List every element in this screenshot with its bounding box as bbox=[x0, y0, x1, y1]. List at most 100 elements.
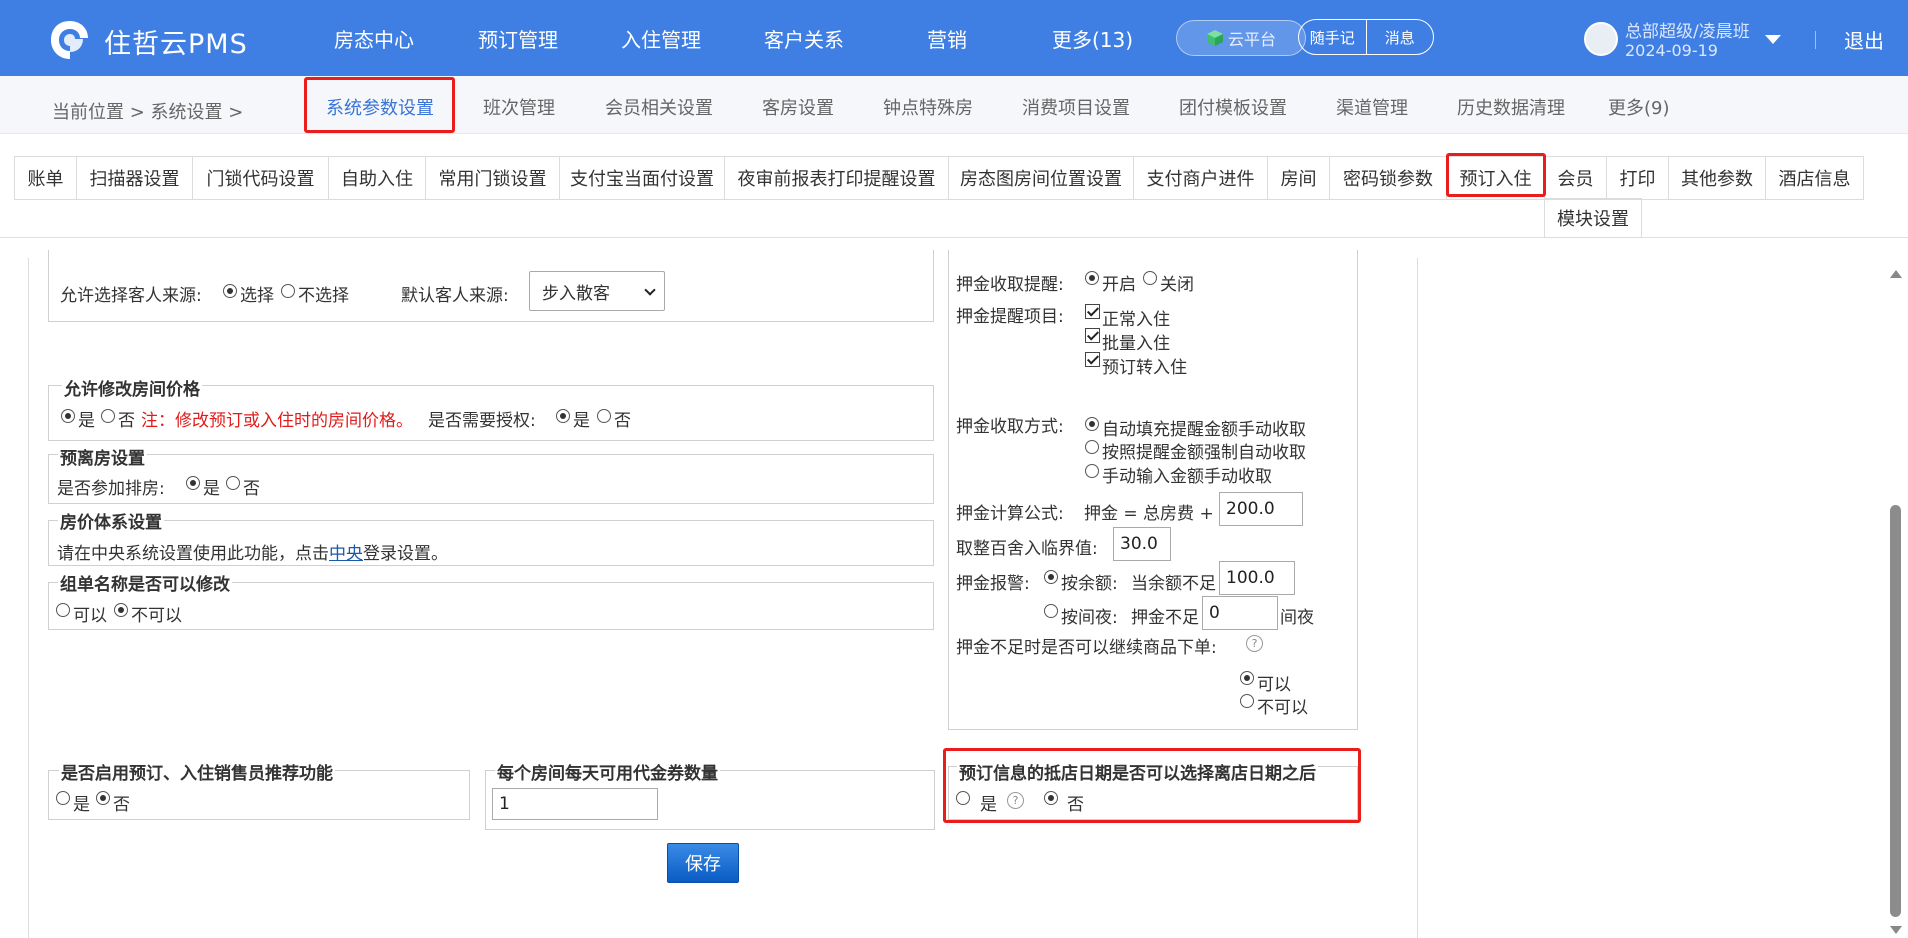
price-modify-yes-radio[interactable] bbox=[61, 409, 75, 423]
user-name[interactable]: 总部超级/凌晨班 bbox=[1625, 17, 1750, 42]
subtab-password-lock[interactable]: 密码锁参数 bbox=[1329, 156, 1446, 200]
subtab-hotel-info[interactable]: 酒店信息 bbox=[1765, 156, 1864, 200]
alarm-amount-text: 当余额不足 bbox=[1131, 574, 1216, 594]
deposit-method-label: 押金收取方式: bbox=[956, 417, 1064, 437]
subtab-print[interactable]: 打印 bbox=[1606, 156, 1668, 200]
tab-channel-management[interactable]: 渠道管理 bbox=[1336, 94, 1408, 120]
price-modify-note: 注：修改预订或入住时的房间价格。 bbox=[141, 411, 413, 431]
deposit-formula-input[interactable]: 200.0 bbox=[1219, 492, 1303, 526]
tab-consumption-items[interactable]: 消费项目设置 bbox=[1022, 94, 1130, 120]
messages-button[interactable]: 消息 bbox=[1365, 20, 1434, 54]
nav-marketing[interactable]: 营销 bbox=[927, 24, 967, 53]
deposit-remind-on-radio[interactable] bbox=[1085, 271, 1099, 285]
subtab-member[interactable]: 会员 bbox=[1544, 156, 1606, 200]
deposit-remind-on-label: 开启 bbox=[1102, 275, 1136, 295]
highlight-arrival-date-section bbox=[943, 748, 1361, 823]
user-date: 2024-09-19 bbox=[1625, 41, 1718, 60]
default-source-select[interactable]: 步入散客 bbox=[529, 271, 665, 311]
subtab-alipay[interactable]: 支付宝当面付设置 bbox=[559, 156, 724, 200]
subtab-module-settings[interactable]: 模块设置 bbox=[1544, 198, 1642, 238]
scrollbar-thumb[interactable] bbox=[1890, 505, 1901, 917]
scroll-down-arrow-icon[interactable] bbox=[1890, 926, 1902, 934]
group-name-yes-radio[interactable] bbox=[56, 603, 70, 617]
item-reservation-checkbox[interactable] bbox=[1085, 352, 1100, 367]
method-auto-fill-radio[interactable] bbox=[1085, 417, 1099, 431]
method-manual-radio[interactable] bbox=[1085, 464, 1099, 478]
highlight-system-params-tab bbox=[304, 77, 455, 133]
alarm-night-input[interactable]: 0 bbox=[1202, 596, 1278, 630]
rounding-input[interactable]: 30.0 bbox=[1113, 527, 1171, 561]
group-name-legend: 组单名称是否可以修改 bbox=[58, 570, 232, 595]
subtab-lock-code[interactable]: 门锁代码设置 bbox=[192, 156, 328, 200]
cloud-platform-label: 云平台 bbox=[1227, 30, 1276, 49]
notes-button[interactable]: 随手记 bbox=[1299, 20, 1366, 54]
insufficient-cannot-radio[interactable] bbox=[1240, 694, 1254, 708]
subtab-bill[interactable]: 账单 bbox=[14, 156, 76, 200]
sales-recommend-no-radio[interactable] bbox=[96, 791, 110, 805]
item-normal-checkbox[interactable] bbox=[1085, 304, 1100, 319]
method-force-radio[interactable] bbox=[1085, 440, 1099, 454]
alarm-night-text: 押金不足 bbox=[1131, 608, 1199, 628]
tab-room-settings[interactable]: 客房设置 bbox=[762, 94, 834, 120]
auth-yes-radio[interactable] bbox=[556, 409, 570, 423]
nav-room-status[interactable]: 房态中心 bbox=[334, 24, 414, 53]
price-system-text: 请在中央系统设置使用此功能，点击中央登录设置。 bbox=[57, 544, 448, 564]
cube-icon bbox=[1206, 30, 1223, 46]
insufficient-can-label: 可以 bbox=[1257, 675, 1291, 695]
save-button[interactable]: 保存 bbox=[667, 843, 739, 883]
group-name-no-radio[interactable] bbox=[114, 603, 128, 617]
tab-hourly-rooms[interactable]: 钟点特殊房 bbox=[883, 94, 973, 120]
logout-button[interactable]: 退出 bbox=[1844, 25, 1884, 54]
subtab-common-lock[interactable]: 常用门锁设置 bbox=[425, 156, 559, 200]
item-batch-checkbox[interactable] bbox=[1085, 328, 1100, 343]
chevron-down-icon bbox=[644, 284, 656, 296]
pre-departure-label: 是否参加排房: bbox=[57, 479, 165, 499]
price-modify-legend: 允许修改房间价格 bbox=[62, 375, 202, 400]
nav-customers[interactable]: 客户关系 bbox=[764, 24, 844, 53]
category-tab-bar: 当前位置 > 系统设置 > 系统参数设置 班次管理 会员相关设置 客房设置 钟点… bbox=[0, 76, 1908, 134]
tab-member-settings[interactable]: 会员相关设置 bbox=[605, 94, 713, 120]
source-select-radio[interactable] bbox=[223, 284, 237, 298]
insufficient-cannot-label: 不可以 bbox=[1257, 698, 1308, 718]
price-system-legend: 房价体系设置 bbox=[58, 508, 164, 533]
tab-group-templates[interactable]: 团付模板设置 bbox=[1179, 94, 1287, 120]
alarm-label: 押金报警: bbox=[956, 574, 1030, 594]
pre-departure-yes-radio[interactable] bbox=[186, 476, 200, 490]
voucher-count-input[interactable]: 1 bbox=[492, 788, 658, 820]
subtab-scanner[interactable]: 扫描器设置 bbox=[76, 156, 192, 200]
price-modify-no-radio[interactable] bbox=[101, 409, 115, 423]
subtab-room-position[interactable]: 房态图房间位置设置 bbox=[948, 156, 1133, 200]
rounding-label: 取整百舍入临界值: bbox=[956, 539, 1098, 559]
subtab-merchant[interactable]: 支付商户进件 bbox=[1133, 156, 1267, 200]
insufficient-can-radio[interactable] bbox=[1240, 671, 1254, 685]
divider bbox=[1815, 31, 1816, 49]
tab-shift-management[interactable]: 班次管理 bbox=[483, 94, 555, 120]
alarm-amount-input[interactable]: 100.0 bbox=[1219, 561, 1295, 595]
price-modify-yes-label: 是 bbox=[78, 411, 95, 431]
cloud-platform-button[interactable]: 云平台 bbox=[1176, 20, 1306, 56]
central-link[interactable]: 中央 bbox=[329, 544, 363, 564]
scroll-up-arrow-icon[interactable] bbox=[1890, 270, 1902, 278]
help-icon[interactable]: ? bbox=[1246, 635, 1263, 652]
subtab-other-params[interactable]: 其他参数 bbox=[1668, 156, 1765, 200]
default-source-value: 步入散客 bbox=[542, 283, 610, 304]
deposit-remind-off-radio[interactable] bbox=[1143, 271, 1157, 285]
auth-no-radio[interactable] bbox=[597, 409, 611, 423]
subtab-room[interactable]: 房间 bbox=[1267, 156, 1329, 200]
nav-checkin[interactable]: 入住管理 bbox=[621, 24, 701, 53]
subtab-night-audit-print[interactable]: 夜审前报表打印提醒设置 bbox=[724, 156, 948, 200]
pre-departure-no-radio[interactable] bbox=[226, 476, 240, 490]
nav-reservations[interactable]: 预订管理 bbox=[478, 24, 558, 53]
sales-recommend-legend: 是否启用预订、入住销售员推荐功能 bbox=[59, 759, 335, 784]
alarm-by-night-radio[interactable] bbox=[1044, 604, 1058, 618]
user-avatar[interactable] bbox=[1584, 22, 1618, 56]
notes-messages-group: 随手记 消息 bbox=[1298, 19, 1434, 55]
tab-more[interactable]: 更多(9) bbox=[1608, 94, 1670, 120]
source-noselect-radio[interactable] bbox=[281, 284, 295, 298]
subtab-self-checkin[interactable]: 自助入住 bbox=[328, 156, 425, 200]
sales-recommend-yes-radio[interactable] bbox=[56, 791, 70, 805]
tab-history-cleanup[interactable]: 历史数据清理 bbox=[1457, 94, 1565, 120]
nav-more[interactable]: 更多(13) bbox=[1052, 24, 1133, 53]
alarm-by-amount-radio[interactable] bbox=[1044, 570, 1058, 584]
user-menu-chevron-down-icon[interactable] bbox=[1765, 35, 1781, 44]
